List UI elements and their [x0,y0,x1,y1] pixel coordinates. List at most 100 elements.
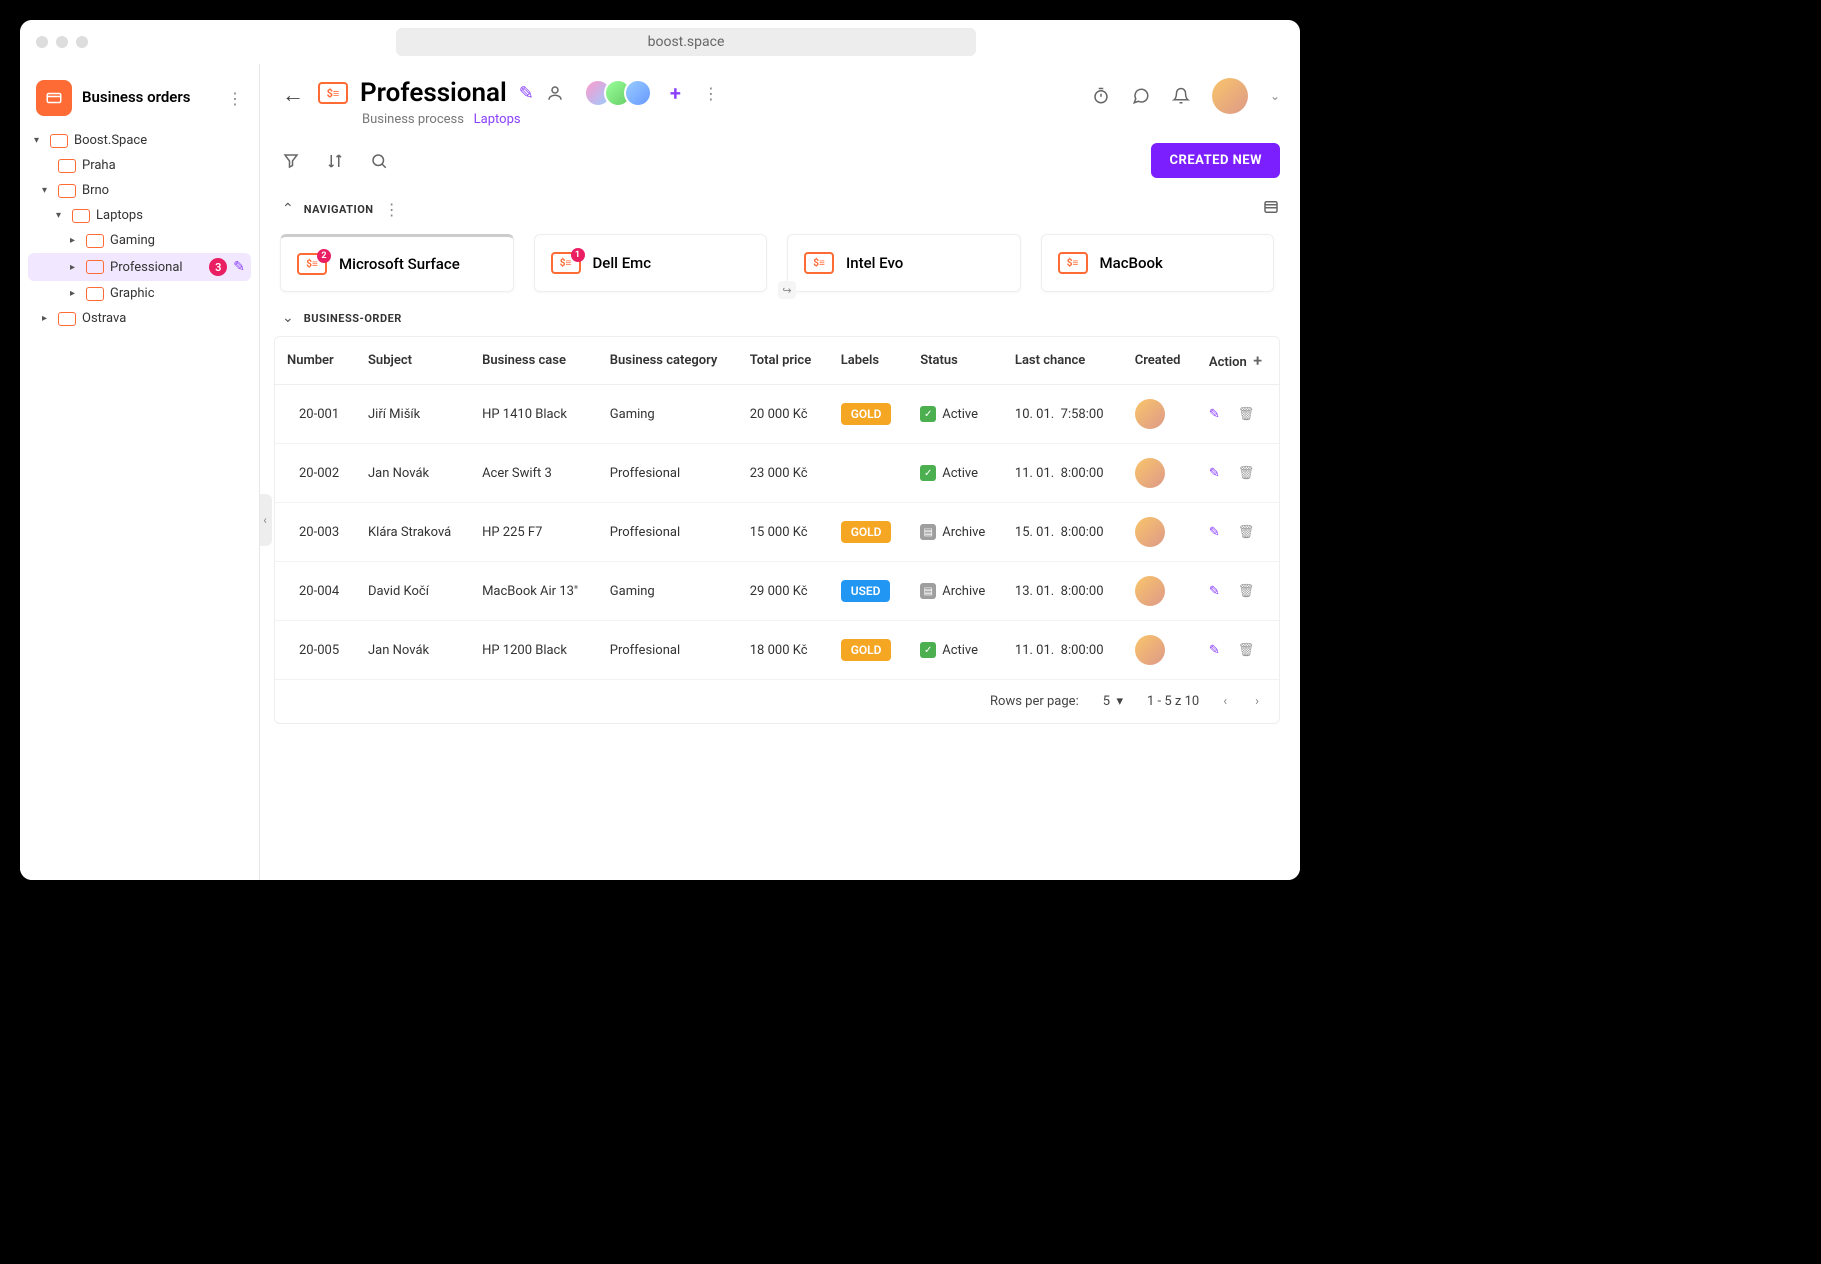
col-case[interactable]: Business case [470,337,598,385]
filter-icon[interactable] [282,152,300,170]
tree-item-ostrava[interactable]: ▸ Ostrava [28,306,251,331]
tree-item-professional[interactable]: ▸ Professional 3 ✎ [28,253,251,281]
card-icon: $≡ [1058,252,1088,274]
nav-card-dell[interactable]: $≡1 Dell Emc [534,234,768,292]
cell-subject: Jiří Mišík [356,385,470,444]
minimize-dot[interactable] [56,36,68,48]
pencil-icon[interactable]: ✎ [519,83,534,104]
nav-card-macbook[interactable]: $≡ MacBook [1041,234,1275,292]
tree-item-praha[interactable]: Praha [28,153,251,178]
col-subject[interactable]: Subject [356,337,470,385]
rows-per-page-select[interactable]: 5 ▾ [1103,694,1123,709]
window-controls[interactable] [36,36,88,48]
prev-page-icon[interactable]: ‹ [1223,694,1227,709]
cell-action: ✎🗑 [1197,562,1279,621]
trash-icon[interactable]: 🗑 [1238,525,1255,540]
tree-item-brno[interactable]: ▾ Brno [28,178,251,203]
section-label: NAVIGATION [304,203,374,216]
col-action: Action + [1197,337,1279,385]
col-category[interactable]: Business category [598,337,738,385]
trash-icon[interactable]: 🗑 [1238,466,1255,481]
pencil-icon[interactable]: ✎ [1209,466,1220,481]
module-logo-icon [36,80,72,116]
add-column-icon[interactable]: + [1253,351,1262,370]
pencil-icon[interactable]: ✎ [1209,643,1220,658]
card-label: MacBook [1100,254,1163,272]
avatar-stack[interactable] [584,79,652,107]
pencil-icon[interactable]: ✎ [1209,407,1220,422]
add-user-icon[interactable]: + [670,81,681,105]
cell-label: GOLD [829,503,909,562]
cell-status: ▤Archive [908,503,1003,562]
table-row[interactable]: 20-002 Jan Novák Acer Swift 3 Proffesion… [275,444,1279,503]
main-content: ‹ ← $≡ Professional ✎ + [260,64,1300,880]
stopwatch-icon[interactable] [1092,87,1110,105]
cell-status: ✓Active [908,444,1003,503]
pencil-icon[interactable]: ✎ [1209,584,1220,599]
tree-item-root[interactable]: ▾ Boost.Space [28,128,251,153]
folder-icon [86,234,104,248]
more-icon[interactable]: ⋮ [703,84,719,103]
create-new-button[interactable]: CREATED NEW [1151,143,1280,178]
col-created[interactable]: Created [1123,337,1197,385]
url-bar[interactable]: boost.space [396,28,976,56]
folder-icon [86,287,104,301]
cell-case: HP 1200 Black [470,621,598,680]
status-icon: ✓ [920,642,936,658]
pencil-icon[interactable]: ✎ [1209,525,1220,540]
card-icon: $≡2 [297,253,327,275]
chevron-down-icon[interactable]: ⌄ [1270,89,1280,103]
pencil-icon[interactable]: ✎ [233,259,245,275]
breadcrumb: Business process Laptops [318,112,719,127]
status-icon: ▤ [920,524,936,540]
col-lastchance[interactable]: Last chance [1003,337,1123,385]
table-row[interactable]: 20-005 Jan Novák HP 1200 Black Proffesio… [275,621,1279,680]
table-row[interactable]: 20-003 Klára Straková HP 225 F7 Proffesi… [275,503,1279,562]
sort-icon[interactable] [326,152,344,170]
cell-case: HP 1410 Black [470,385,598,444]
bell-icon[interactable] [1172,87,1190,105]
col-labels[interactable]: Labels [829,337,909,385]
caret-icon: ▸ [42,313,52,324]
status-text: Active [942,407,978,422]
title-row: $≡ Professional ✎ + ⋮ [318,78,719,108]
tree-item-laptops[interactable]: ▾ Laptops [28,203,251,228]
table-row[interactable]: 20-001 Jiří Mišík HP 1410 Black Gaming 2… [275,385,1279,444]
cell-category: Proffesional [598,503,738,562]
label-badge: GOLD [841,639,892,661]
col-status[interactable]: Status [908,337,1003,385]
sidebar-collapse-handle[interactable]: ‹ [260,494,272,546]
chat-icon[interactable] [1132,87,1150,105]
tree-item-graphic[interactable]: ▸ Graphic [28,281,251,306]
nav-card-surface[interactable]: $≡2 Microsoft Surface [280,234,514,292]
close-dot[interactable] [36,36,48,48]
cell-category: Gaming [598,562,738,621]
more-icon[interactable]: ⋮ [384,200,400,219]
nav-card-intel[interactable]: ↪ $≡ Intel Evo [787,234,1021,292]
caret-icon: ▾ [56,210,66,221]
chevron-down-icon[interactable]: ⌄ [282,310,294,326]
card-label: Dell Emc [593,254,652,272]
back-arrow-icon[interactable]: ← [282,82,304,108]
search-icon[interactable] [370,152,388,170]
tree-item-gaming[interactable]: ▸ Gaming [28,228,251,253]
user-outline-icon[interactable] [546,84,564,102]
avatar [1135,399,1165,429]
sidebar-more-icon[interactable]: ⋮ [227,89,243,108]
status-text: Archive [942,584,985,599]
trash-icon[interactable]: 🗑 [1238,407,1255,422]
cell-total: 15 000 Kč [738,503,829,562]
trash-icon[interactable]: 🗑 [1238,643,1255,658]
col-total[interactable]: Total price [738,337,829,385]
next-page-icon[interactable]: › [1255,694,1259,709]
status-text: Active [942,466,978,481]
col-number[interactable]: Number [275,337,356,385]
table-row[interactable]: 20-004 David Kočí MacBook Air 13" Gaming… [275,562,1279,621]
list-view-icon[interactable] [1262,198,1280,220]
maximize-dot[interactable] [76,36,88,48]
crumb-link[interactable]: Laptops [474,112,521,127]
trash-icon[interactable]: 🗑 [1238,584,1255,599]
card-icon: $≡1 [551,252,581,274]
user-avatar[interactable] [1212,78,1248,114]
chevron-up-icon[interactable]: ⌃ [282,201,294,217]
